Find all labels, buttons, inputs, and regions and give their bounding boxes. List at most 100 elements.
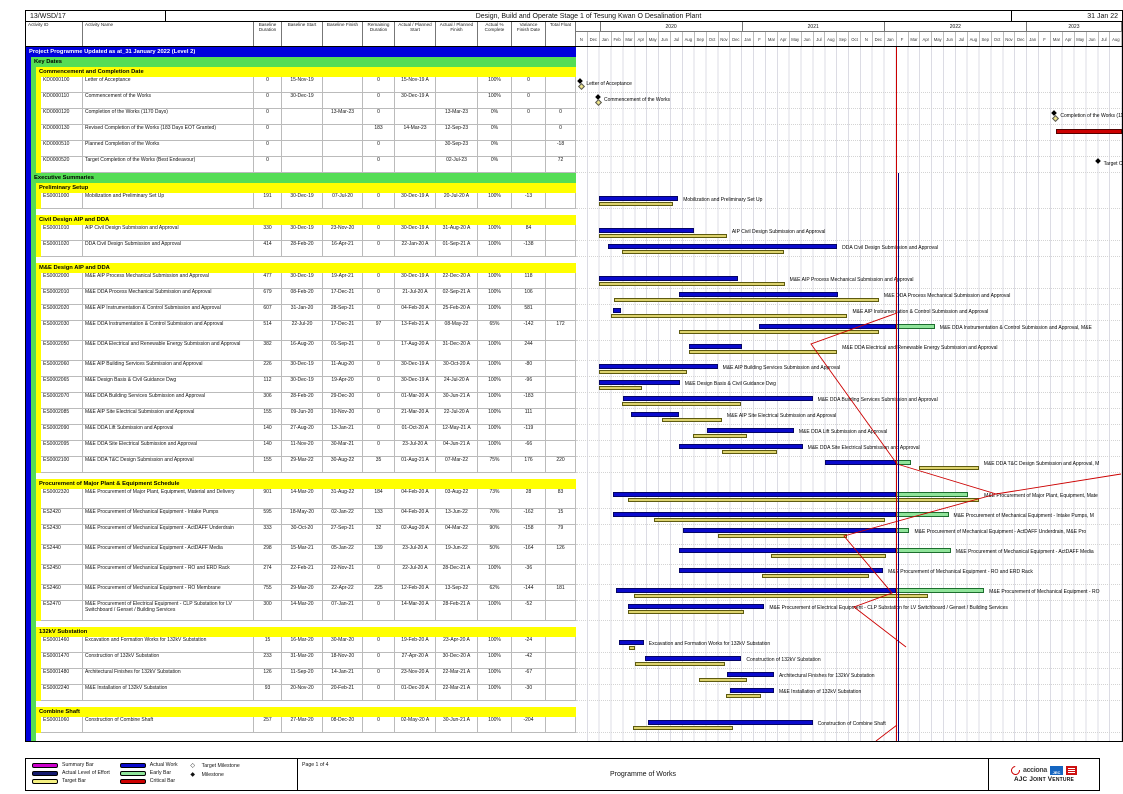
cell-activity-name: M&E Procurement of Major Plant, Equipmen… — [83, 489, 254, 509]
cell-total-float — [546, 637, 576, 653]
early-bar-swatch — [120, 771, 146, 776]
cell-total-float — [546, 241, 576, 257]
actual-work-bar — [616, 588, 896, 593]
target-bar — [599, 202, 673, 206]
column-header-variance-finish-date: Variance Finish Date — [512, 22, 546, 46]
cell-baseline-start: 11-Sep-20 — [282, 669, 323, 685]
table-row: ES0002085M&E AIP Site Electrical Submiss… — [26, 409, 1122, 425]
cell-activity-id: ES0001460 — [41, 637, 83, 653]
actual-work-bar — [679, 568, 883, 573]
cell-baseline-finish: 07-Jan-21 — [323, 601, 363, 621]
cell-activity-id: ES0002085 — [41, 409, 83, 425]
cell-baseline-start: 14-Mar-20 — [282, 601, 323, 621]
cell-actual-planned-finish: 02-Sep-21 A — [436, 289, 478, 305]
cell-baseline-start: 31-Mar-20 — [282, 653, 323, 669]
cell-activity-id: KD0000120 — [41, 109, 83, 125]
bar-label: M&E Procurement of Mechanical Equipment … — [914, 529, 1086, 535]
table-row: ES2450M&E Procurement of Mechanical Equi… — [26, 565, 1122, 585]
cell-actual-planned-start: 01-Mar-20 A — [395, 393, 436, 409]
cell-remaining-duration: 183 — [363, 125, 395, 141]
cell-activity-id: ES0001000 — [41, 193, 83, 209]
target-bar — [722, 450, 777, 454]
bar-label: M&E Installation of 132kV Substation — [779, 689, 861, 695]
actual-work-bar — [825, 460, 896, 465]
cell-actual-pct-complete: 100% — [478, 409, 512, 425]
cell-baseline-start: 29-Mar-22 — [282, 457, 323, 473]
acciona-logo-text: acciona — [1023, 767, 1047, 774]
cell-variance-finish-date: -42 — [512, 653, 546, 669]
cell-actual-planned-start — [395, 109, 436, 125]
cell-total-float — [546, 409, 576, 425]
month-label: Aug — [968, 32, 980, 46]
target-bar — [699, 678, 748, 682]
cell-baseline-finish — [323, 141, 363, 157]
milestone-icon — [578, 79, 584, 85]
subsection-band: Preliminary Setup — [26, 183, 1122, 193]
table-row: ES0002000M&E AIP Process Mechanical Subm… — [26, 273, 1122, 289]
month-label: F — [754, 32, 766, 46]
page-title: Design, Build and Operate Stage 1 of Tes… — [166, 11, 1012, 21]
cell-activity-name: DDA Civil Design Submission and Approval — [83, 241, 254, 257]
cell-baseline-start: 09-Jun-20 — [282, 409, 323, 425]
milestone-icon — [596, 95, 602, 101]
actual-work-bar — [759, 324, 896, 329]
cell-actual-planned-finish: 08-May-22 — [436, 321, 478, 341]
cell-baseline-start: 29-Mar-20 — [282, 585, 323, 601]
milestone-icon — [1052, 111, 1058, 117]
cell-actual-planned-finish: 03-Aug-22 — [436, 489, 478, 509]
cell-activity-id: ES2420 — [41, 509, 83, 525]
gantt-chart-cell: Architectural Finishes for 132kV Substat… — [576, 669, 1122, 685]
month-label: Dec — [1015, 32, 1027, 46]
target-bar — [622, 402, 741, 406]
cell-variance-finish-date: 28 — [512, 489, 546, 509]
cell-actual-pct-complete: 73% — [478, 489, 512, 509]
target-bar — [599, 386, 642, 390]
cell-actual-pct-complete: 75% — [478, 457, 512, 473]
column-header-baseline-duration: Baseline Duration — [254, 22, 282, 46]
cell-actual-planned-finish: 22-Mar-21 A — [436, 669, 478, 685]
gantt-chart-cell — [576, 67, 1122, 77]
spacer-row — [26, 733, 1122, 741]
page-footer: Summary BarActual Level of EffortTarget … — [25, 758, 1100, 791]
legend-item: Target Bar — [32, 778, 110, 784]
cell-actual-planned-start: 13-Feb-21 A — [395, 321, 436, 341]
band-label: 132kV Substation — [36, 627, 576, 637]
actual-work-bar — [679, 548, 896, 553]
cell-actual-pct-complete: 100% — [478, 377, 512, 393]
target-bar — [635, 662, 725, 666]
table-row: ES2440M&E Procurement of Mechanical Equi… — [26, 545, 1122, 565]
cell-variance-finish-date: 106 — [512, 289, 546, 305]
cell-activity-name: Excavation and Formation Works for 132kV… — [83, 637, 254, 653]
cell-baseline-duration: 679 — [254, 289, 282, 305]
month-label: Jul — [1099, 32, 1111, 46]
month-label: Jul — [814, 32, 826, 46]
cell-remaining-duration: 0 — [363, 289, 395, 305]
cell-variance-finish-date — [512, 141, 546, 157]
cell-baseline-duration: 0 — [254, 77, 282, 93]
cell-remaining-duration: 97 — [363, 321, 395, 341]
band-label: Key Dates — [31, 57, 576, 67]
cell-remaining-duration: 0 — [363, 425, 395, 441]
section-band: Executive Summaries — [26, 173, 1122, 183]
cell-total-float — [546, 565, 576, 585]
cell-total-float: 83 — [546, 489, 576, 509]
cell-actual-planned-start: 02-May-20 A — [395, 717, 436, 733]
cell-actual-pct-complete: 100% — [478, 637, 512, 653]
cell-baseline-duration: 155 — [254, 409, 282, 425]
actual-work-bar — [623, 396, 812, 401]
cell-activity-id: ES0002095 — [41, 441, 83, 457]
month-label: Apr — [778, 32, 790, 46]
actual-work-bar — [613, 512, 896, 517]
cell-variance-finish-date: -24 — [512, 637, 546, 653]
cell-baseline-finish: 31-Aug-22 — [323, 489, 363, 509]
subsection-band: Commencement and Completion Date — [26, 67, 1122, 77]
cell-remaining-duration: 35 — [363, 457, 395, 473]
cell-baseline-finish: 13-Jan-21 — [323, 425, 363, 441]
table-row: ES0002070M&E DDA Building Services Submi… — [26, 393, 1122, 409]
cell-activity-id: ES2470 — [41, 601, 83, 621]
legend: Summary BarActual Level of EffortTarget … — [26, 759, 298, 790]
cell-variance-finish-date: -164 — [512, 545, 546, 565]
actual-work-bar — [689, 344, 742, 349]
table-row: ES0002010M&E DDA Process Mechanical Subm… — [26, 289, 1122, 305]
cell-actual-pct-complete: 0% — [478, 157, 512, 173]
